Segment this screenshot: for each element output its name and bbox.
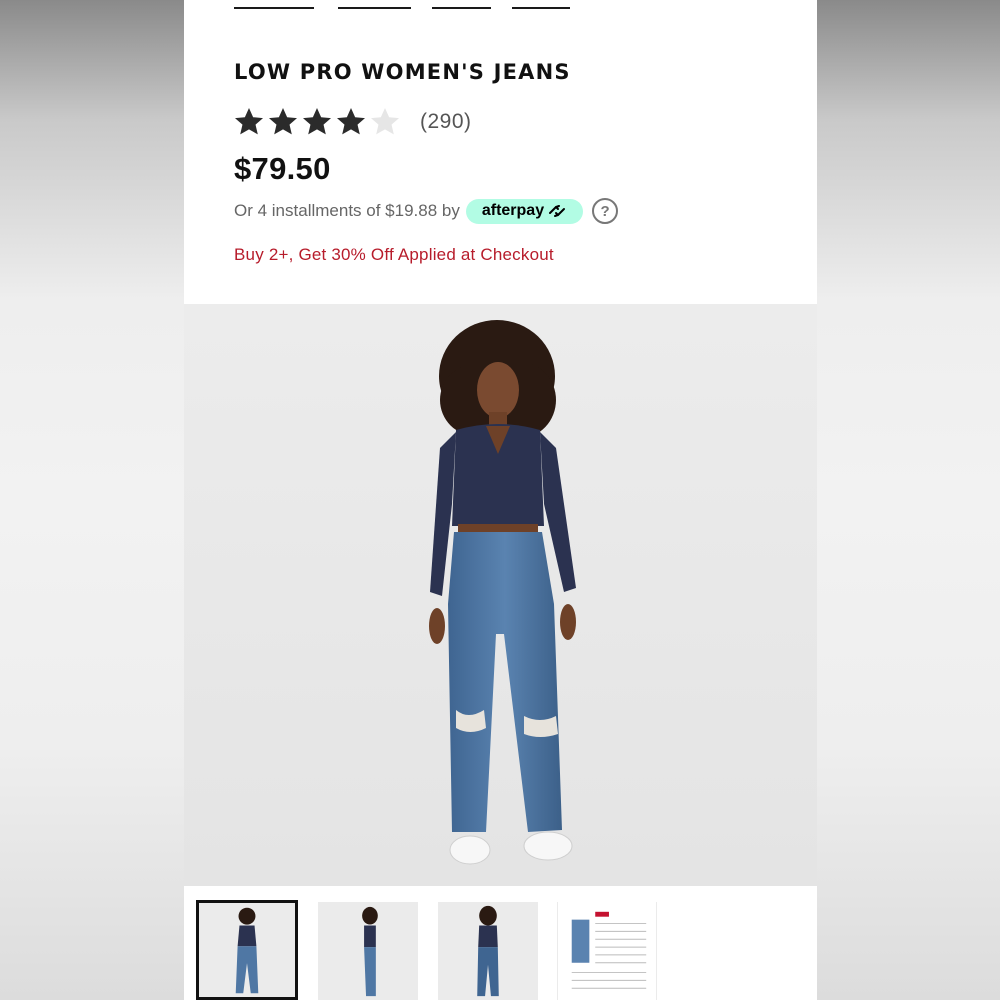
review-count[interactable]: (290)	[420, 110, 472, 134]
product-main-image[interactable]	[184, 304, 817, 886]
model-photo	[184, 304, 817, 886]
top-nav-link-3[interactable]	[432, 7, 491, 9]
installments-text: Or 4 installments of $19.88 by	[234, 201, 460, 220]
product-page: LOW PRO WOMEN'S JEANS (290) $79.50 Or 4 …	[184, 0, 817, 1000]
afterpay-loop-icon	[549, 205, 566, 217]
thumbnail-image	[558, 902, 656, 1000]
thumbnail-image	[439, 902, 537, 1000]
star-icon	[303, 108, 331, 135]
top-nav-link-1[interactable]	[234, 7, 314, 9]
top-nav-link-2[interactable]	[338, 7, 411, 9]
star-icon	[337, 108, 365, 135]
top-nav-links	[234, 0, 634, 12]
installments-row: Or 4 installments of $19.88 by afterpay …	[234, 197, 619, 225]
afterpay-badge[interactable]: afterpay	[465, 198, 584, 224]
promo-message: Buy 2+, Get 30% Off Applied at Checkout	[234, 245, 554, 264]
thumb-side-view[interactable]	[318, 902, 418, 1000]
product-title: LOW PRO WOMEN'S JEANS	[234, 60, 571, 84]
question-circle-icon[interactable]: ?	[592, 198, 619, 224]
star-icon	[269, 108, 297, 135]
thumb-size-chart[interactable]	[557, 902, 657, 1000]
afterpay-label: afterpay	[481, 202, 545, 219]
top-nav-link-4[interactable]	[512, 7, 570, 9]
thumbnail-image	[319, 902, 417, 1000]
rating-row[interactable]: (290)	[232, 104, 472, 140]
star-rating	[232, 106, 402, 138]
star-icon	[371, 108, 399, 135]
thumb-front-view[interactable]	[196, 900, 298, 1000]
thumbnail-image	[200, 903, 294, 997]
star-icon	[235, 108, 263, 135]
product-price: $79.50	[234, 151, 331, 186]
thumb-back-view[interactable]	[438, 902, 538, 1000]
